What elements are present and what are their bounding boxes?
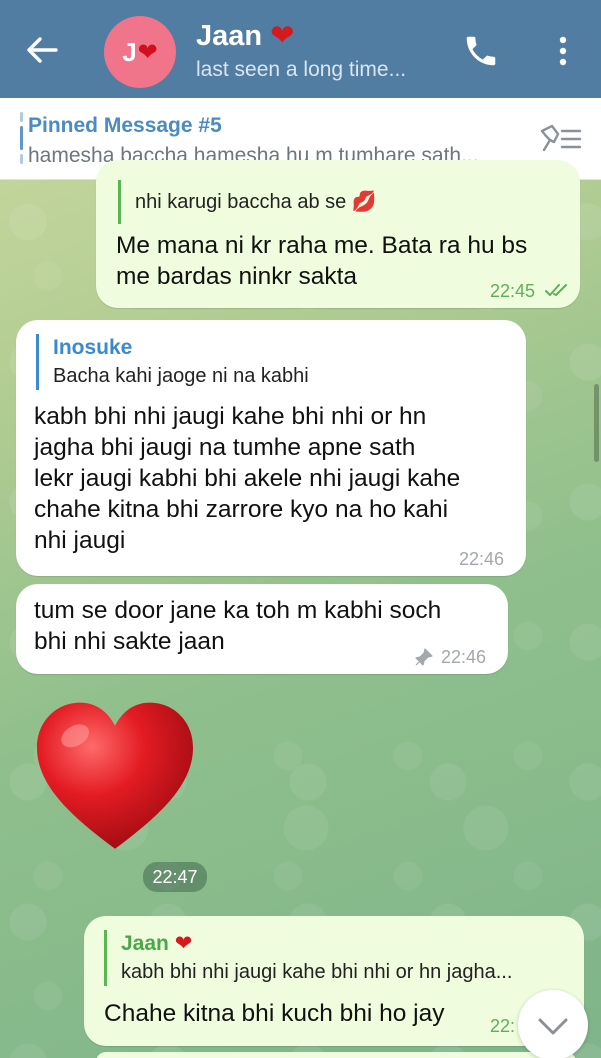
message-line: chahe kitna bhi zarrore kyo na ho kahi xyxy=(34,496,449,523)
last-seen-status: last seen a long time... xyxy=(196,58,407,81)
sticker-time: 22:47 xyxy=(143,862,207,892)
message-time: 22:45 xyxy=(490,281,536,301)
message-text: tum se door jane ka toh m kabhi soch bhi… xyxy=(34,595,441,657)
message-time: 22:46 xyxy=(441,647,487,667)
avatar[interactable]: J ❤ xyxy=(104,16,176,88)
message-text: Me mana ni kr raha me. Bata ra hu bs me … xyxy=(116,230,527,292)
message-line: jagha bhi jaugi na tumhe apne sath xyxy=(34,434,416,461)
back-arrow-icon[interactable] xyxy=(22,30,62,70)
reply-text: kabh bhi nhi jaugi kahe bhi nhi or hn ja… xyxy=(121,961,513,983)
message-line: me bardas ninkr sakta xyxy=(116,263,358,290)
more-vert-icon[interactable] xyxy=(548,32,578,70)
heart-emoji: ❤ xyxy=(270,20,295,52)
pinned-indicator xyxy=(10,112,23,164)
message-line: bhi nhi sakte jaan xyxy=(34,628,225,655)
reply-sender: Inosuke xyxy=(53,336,133,359)
avatar-heart: ❤ xyxy=(137,38,158,66)
reply-sender-name: Jaan xyxy=(121,932,169,955)
scroll-down-button[interactable] xyxy=(518,990,588,1058)
chat-title-text: Jaan xyxy=(196,20,263,52)
pin-list-icon[interactable] xyxy=(538,122,584,156)
chat-header: J ❤ Jaan ❤ last seen a long time... xyxy=(0,0,601,98)
red-heart-sticker[interactable] xyxy=(32,696,198,862)
pin-icon xyxy=(415,648,433,666)
reply-quote[interactable]: Jaan ❤ kabh bhi nhi jaugi kahe bhi nhi o… xyxy=(104,930,564,986)
message-line: tum se door jane ka toh m kabhi soch xyxy=(34,597,442,624)
message-text: kabh bhi nhi jaugi kahe bhi nhi or hn ja… xyxy=(34,401,460,556)
message-line: nhi jaugi xyxy=(34,527,126,554)
reply-text: nhi karugi baccha ab se 💋 xyxy=(135,191,377,213)
message-line: Me mana ni kr raha me. Bata ra hu bs xyxy=(116,232,528,259)
avatar-letter: J xyxy=(122,36,137,67)
phone-icon[interactable] xyxy=(462,32,500,70)
message-line: lekr jaugi kabhi bhi akele nhi jaugi kah… xyxy=(34,465,461,492)
heart-emoji: ❤ xyxy=(174,932,193,955)
reply-quote[interactable]: nhi karugi baccha ab se 💋 xyxy=(118,180,558,224)
message-time: 22:46 xyxy=(459,549,505,569)
pinned-title: Pinned Message #5 xyxy=(28,114,222,137)
double-check-icon xyxy=(545,284,567,296)
scrollbar-thumb[interactable] xyxy=(594,384,599,462)
message-text: Chahe kitna bhi kuch bhi ho jay xyxy=(104,998,445,1029)
message-line: Chahe kitna bhi kuch bhi ho jay xyxy=(104,1000,445,1027)
message-line: kabh bhi nhi jaugi kahe bhi nhi or hn xyxy=(34,403,427,430)
chevron-down-icon xyxy=(538,1018,568,1035)
message-time: 22: xyxy=(490,1016,516,1036)
reply-sender: Jaan ❤ xyxy=(121,930,564,958)
reply-text: Bacha kahi jaoge ni na kabhi xyxy=(53,365,309,387)
message-bubble-outgoing-partial xyxy=(96,1052,576,1058)
reply-quote[interactable]: Inosuke Bacha kahi jaoge ni na kabhi xyxy=(36,334,496,390)
chat-title[interactable]: Jaan ❤ xyxy=(196,18,294,53)
